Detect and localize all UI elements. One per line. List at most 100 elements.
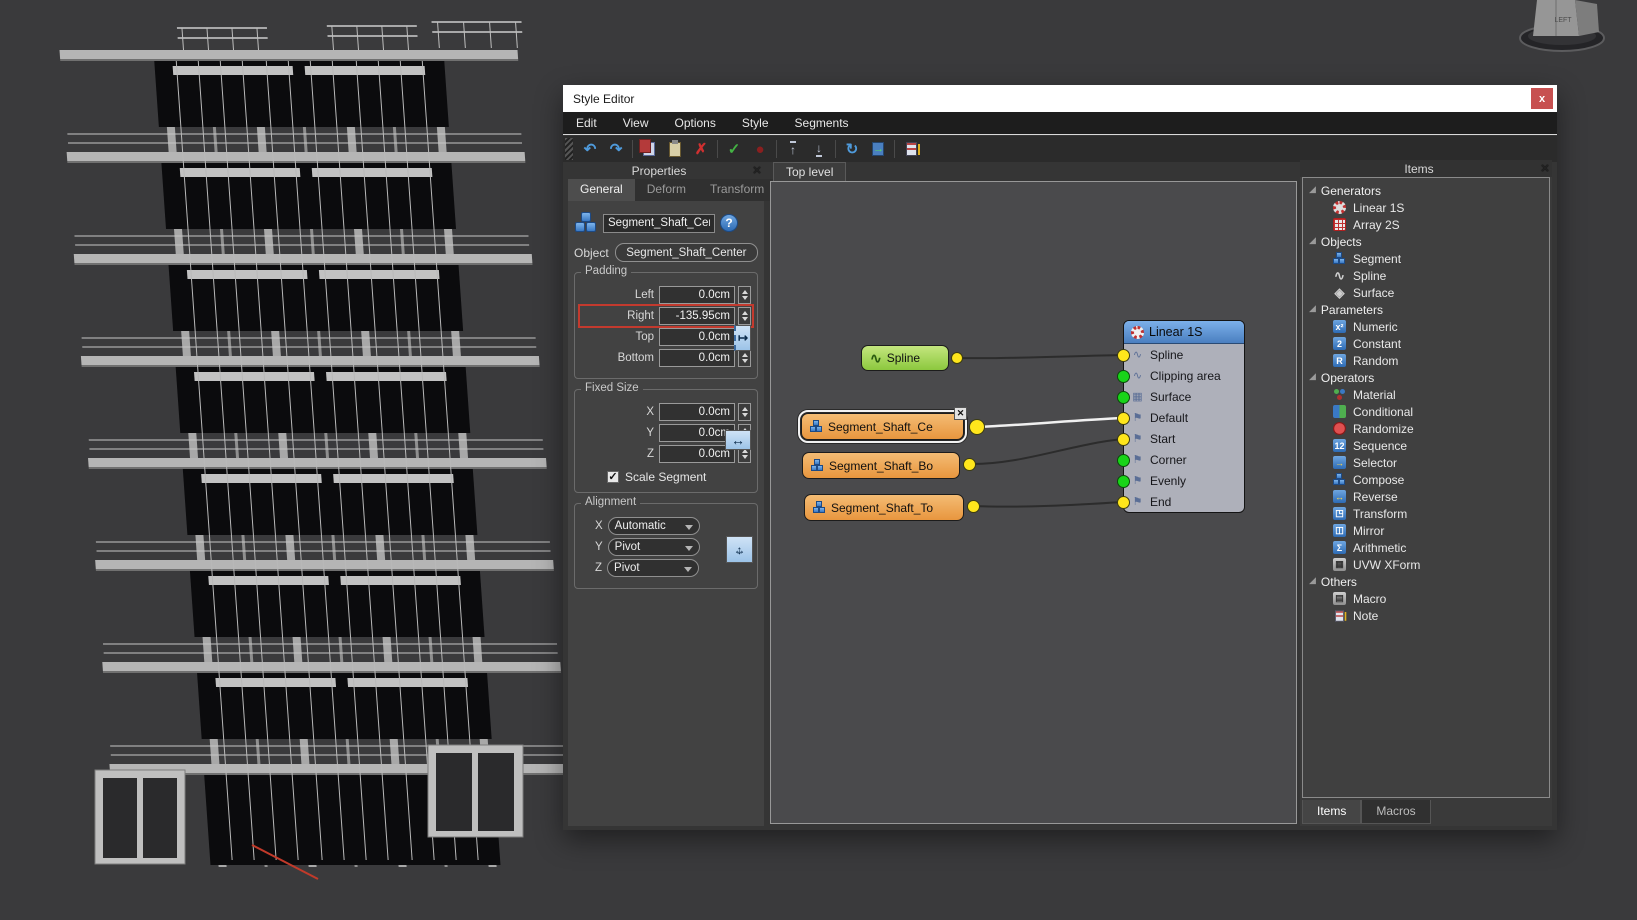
menu-segments[interactable]: Segments	[782, 116, 862, 130]
input-socket-clipping-area[interactable]	[1117, 370, 1130, 383]
item-compose[interactable]: Compose	[1303, 471, 1549, 488]
item-uvw-xform[interactable]: ▦UVW XForm	[1303, 556, 1549, 573]
delete-icon[interactable]: ✗	[689, 138, 713, 160]
item-selector[interactable]: →Selector	[1303, 454, 1549, 471]
item-material[interactable]: Material	[1303, 386, 1549, 403]
node-segment-shaft-top[interactable]: Segment_Shaft_To	[804, 494, 964, 521]
fixed-z-field[interactable]: 0.0cm	[659, 445, 735, 463]
window-close-button[interactable]: x	[1531, 88, 1553, 109]
scale-segment-checkbox[interactable]: ✓	[607, 471, 619, 483]
export-icon[interactable]: →	[866, 138, 890, 160]
paste-icon[interactable]	[663, 138, 687, 160]
window-titlebar[interactable]: Style Editor x	[563, 85, 1557, 112]
properties-close-icon[interactable]: ✕	[750, 164, 764, 177]
item-reverse[interactable]: ↔Reverse	[1303, 488, 1549, 505]
padding-right-field[interactable]: -135.95cm	[659, 307, 735, 325]
item-transform[interactable]: ◳Transform	[1303, 505, 1549, 522]
redo-icon[interactable]: ↷	[604, 138, 628, 160]
collapse-bottom-icon[interactable]: ↓	[807, 138, 831, 160]
input-socket-spline[interactable]	[1117, 349, 1130, 362]
spline-icon: ∿	[1131, 348, 1144, 361]
input-socket-corner[interactable]	[1117, 454, 1130, 467]
section-generators[interactable]: ◢Generators	[1303, 182, 1549, 199]
section-objects[interactable]: ◢Objects	[1303, 233, 1549, 250]
node-spline[interactable]: ∿ Spline	[861, 345, 949, 371]
segment-bottom-output-socket[interactable]	[963, 458, 976, 471]
menu-view[interactable]: View	[610, 116, 662, 130]
fixed-x-field[interactable]: 0.0cm	[659, 403, 735, 421]
items-close-icon[interactable]: ✕	[1538, 162, 1552, 175]
node-linear-1s[interactable]: Linear 1S ∿Spline ∿Clipping area ▦Surfac…	[1123, 320, 1245, 513]
section-parameters[interactable]: ◢Parameters	[1303, 301, 1549, 318]
spline-output-socket[interactable]	[951, 352, 963, 364]
graph-tab-top-level[interactable]: Top level	[773, 162, 846, 181]
object-picker-button[interactable]: Segment_Shaft_Center	[615, 243, 758, 262]
node-segment-shaft-bottom[interactable]: Segment_Shaft_Bo	[802, 452, 960, 479]
fixed-y-field[interactable]: 0.0cm	[659, 424, 735, 442]
item-segment[interactable]: Segment	[1303, 250, 1549, 267]
input-socket-default[interactable]	[1117, 412, 1130, 425]
refresh-icon[interactable]: ↻	[840, 138, 864, 160]
help-button[interactable]: ?	[720, 214, 738, 232]
item-constant[interactable]: 2Constant	[1303, 335, 1549, 352]
segment-top-output-socket[interactable]	[967, 500, 980, 513]
menu-style[interactable]: Style	[729, 116, 782, 130]
spline-icon: ∿	[1333, 269, 1346, 282]
tab-transform[interactable]: Transform	[698, 179, 776, 201]
padding-bottom-spinner[interactable]	[738, 349, 751, 367]
padding-right-spinner[interactable]	[738, 307, 751, 325]
uvw-xform-icon: ▦	[1333, 558, 1346, 571]
viewcube[interactable]: LEFT	[1507, 0, 1617, 60]
padding-top-field[interactable]: 0.0cm	[659, 328, 735, 346]
item-random[interactable]: RRandom	[1303, 352, 1549, 369]
note-icon[interactable]	[899, 138, 923, 160]
item-sequence[interactable]: 12Sequence	[1303, 437, 1549, 454]
padding-group: Padding Left 0.0cm Right -135.95cm Top 0…	[574, 272, 758, 379]
item-conditional[interactable]: Conditional	[1303, 403, 1549, 420]
copy-icon[interactable]	[637, 138, 661, 160]
padding-left-field[interactable]: 0.0cm	[659, 286, 735, 304]
item-surface[interactable]: ◈Surface	[1303, 284, 1549, 301]
segment-center-output-socket[interactable]	[969, 419, 985, 435]
menu-options[interactable]: Options	[661, 116, 728, 130]
tab-general[interactable]: General	[568, 179, 635, 201]
fixed-x-spinner[interactable]	[738, 403, 751, 421]
discard-icon[interactable]: ●	[748, 138, 772, 160]
segment-name-input[interactable]	[603, 214, 715, 233]
alignment-x-dropdown[interactable]: Automatic	[608, 517, 700, 535]
toolbar-grip[interactable]	[565, 138, 573, 160]
item-numeric[interactable]: x²Numeric	[1303, 318, 1549, 335]
fixed-size-group: Fixed Size X 0.0cm Y 0.0cm Z 0.0cm	[574, 389, 758, 493]
padding-direction-icon: ↦	[734, 325, 751, 351]
node-segment-shaft-center[interactable]: Segment_Shaft_Ce ✕	[801, 413, 964, 440]
section-others[interactable]: ◢Others	[1303, 573, 1549, 590]
segment-icon	[810, 420, 823, 433]
section-operators[interactable]: ◢Operators	[1303, 369, 1549, 386]
item-linear-1s[interactable]: Linear 1S	[1303, 199, 1549, 216]
item-array-2s[interactable]: Array 2S	[1303, 216, 1549, 233]
collapse-top-icon[interactable]: ↑	[781, 138, 805, 160]
item-arithmetic[interactable]: ΣArithmetic	[1303, 539, 1549, 556]
alignment-z-dropdown[interactable]: Pivot	[607, 559, 699, 577]
item-macro[interactable]: ▤Macro	[1303, 590, 1549, 607]
tab-deform[interactable]: Deform	[635, 179, 698, 201]
input-socket-evenly[interactable]	[1117, 475, 1130, 488]
input-socket-start[interactable]	[1117, 433, 1130, 446]
segment-icon	[1333, 252, 1346, 265]
tab-macros[interactable]: Macros	[1361, 800, 1430, 824]
item-spline[interactable]: ∿Spline	[1303, 267, 1549, 284]
node-close-icon[interactable]: ✕	[954, 407, 967, 420]
padding-left-spinner[interactable]	[738, 286, 751, 304]
item-mirror[interactable]: ◫Mirror	[1303, 522, 1549, 539]
apply-icon[interactable]: ✓	[722, 138, 746, 160]
item-randomize[interactable]: Randomize	[1303, 420, 1549, 437]
padding-bottom-field[interactable]: 0.0cm	[659, 349, 735, 367]
menu-edit[interactable]: Edit	[563, 116, 610, 130]
node-graph-canvas[interactable]: ∿ Spline Segment_Shaft_Ce ✕ Segment_Shaf…	[770, 181, 1297, 824]
input-socket-surface[interactable]	[1117, 391, 1130, 404]
tab-items[interactable]: Items	[1302, 800, 1361, 824]
input-socket-end[interactable]	[1117, 496, 1130, 509]
alignment-y-dropdown[interactable]: Pivot	[608, 538, 700, 556]
undo-icon[interactable]: ↶	[578, 138, 602, 160]
item-note[interactable]: Note	[1303, 607, 1549, 624]
